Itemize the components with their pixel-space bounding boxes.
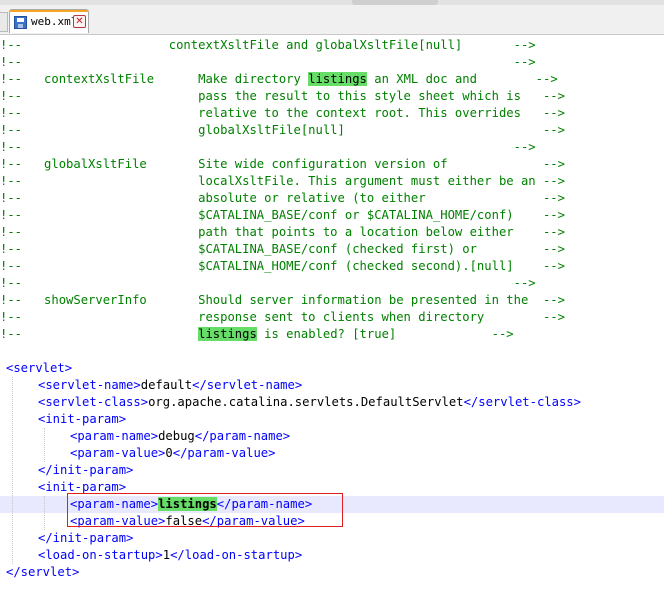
xml-tag: </init-param> bbox=[38, 531, 134, 545]
xml-tag: </param-name> bbox=[216, 497, 313, 511]
code-line[interactable]: !-- showServerInfo Should server informa… bbox=[0, 292, 664, 309]
comment-text: !-- --> bbox=[0, 140, 536, 154]
xml-tag: <param-name> bbox=[70, 497, 159, 511]
tab-web-xml[interactable]: web.xml ✕ bbox=[9, 9, 89, 33]
code-line[interactable]: </init-param> bbox=[0, 530, 664, 547]
previous-tab-stub[interactable] bbox=[0, 12, 8, 32]
xml-tag: <init-param> bbox=[38, 412, 127, 426]
save-icon bbox=[14, 16, 27, 29]
xml-tag: <param-value> bbox=[70, 446, 166, 460]
code-line[interactable]: <param-value>0</param-value> bbox=[0, 445, 664, 462]
code-line[interactable]: <param-name>debug</param-name> bbox=[0, 428, 664, 445]
code-line[interactable]: </init-param> bbox=[0, 462, 664, 479]
comment-text: !-- path that points to a location below… bbox=[0, 225, 565, 239]
search-match: listings bbox=[198, 327, 257, 341]
comment-text: !-- --> bbox=[0, 55, 536, 69]
tab-bar-top-strip bbox=[0, 0, 664, 5]
comment-text: !-- $CATALINA_BASE/conf or $CATALINA_HOM… bbox=[0, 208, 565, 222]
xml-tag: </param-value> bbox=[172, 446, 276, 460]
comment-text: is enabled? [true] --> bbox=[256, 327, 514, 341]
comment-text: !-- pass the result to this style sheet … bbox=[0, 89, 565, 103]
code-line[interactable]: !-- relative to the context root. This o… bbox=[0, 105, 664, 122]
xml-tag: </servlet-class> bbox=[463, 395, 581, 409]
indent-guide bbox=[44, 428, 45, 462]
xml-tag: <servlet-name> bbox=[38, 378, 141, 392]
close-icon[interactable]: ✕ bbox=[73, 15, 86, 28]
code-line[interactable]: </servlet> bbox=[0, 564, 664, 581]
search-match: listings bbox=[158, 497, 217, 511]
comment-text: !-- absolute or relative (to either --> bbox=[0, 191, 565, 205]
code-line[interactable]: <servlet> bbox=[0, 360, 664, 377]
comment-text: !-- showServerInfo Should server informa… bbox=[0, 293, 565, 307]
code-line[interactable]: !-- $CATALINA_BASE/conf (checked first) … bbox=[0, 241, 664, 258]
editor-window: web.xml ✕ !-- contextXsltFile and global… bbox=[0, 0, 664, 589]
xml-tag: <param-name> bbox=[70, 429, 159, 443]
xml-tag: </servlet> bbox=[6, 565, 80, 579]
indent-guide bbox=[44, 496, 45, 530]
comment-text: an XML doc and --> bbox=[366, 72, 558, 86]
code-line[interactable]: !-- globalXsltFile Site wide configurati… bbox=[0, 156, 664, 173]
current-code-line[interactable]: <param-name>listings</param-name> bbox=[0, 496, 664, 513]
code-line[interactable]: !-- $CATALINA_HOME/conf (checked second)… bbox=[0, 258, 664, 275]
code-line[interactable]: !-- globalXsltFile[null] --> bbox=[0, 122, 664, 139]
xml-tag: <param-value> bbox=[70, 514, 166, 528]
tab-bar: web.xml ✕ bbox=[0, 0, 664, 35]
tab-scroll-handle[interactable] bbox=[352, 0, 438, 5]
comment-text: !-- contextXsltFile and globalXsltFile[n… bbox=[0, 38, 536, 52]
code-line[interactable]: !-- contextXsltFile Make directory listi… bbox=[0, 71, 664, 88]
comment-text: !-- localXsltFile. This argument must ei… bbox=[0, 174, 565, 188]
xml-text: 0 bbox=[165, 446, 173, 460]
code-line[interactable]: !-- path that points to a location below… bbox=[0, 224, 664, 241]
xml-tag: </load-on-startup> bbox=[170, 548, 303, 562]
xml-tag: </param-value> bbox=[202, 514, 305, 528]
xml-tag: </init-param> bbox=[38, 463, 134, 477]
code-line[interactable]: !-- contextXsltFile and globalXsltFile[n… bbox=[0, 37, 664, 54]
xml-tag: <servlet> bbox=[6, 361, 73, 375]
xml-tag: <load-on-startup> bbox=[38, 548, 163, 562]
xml-text: false bbox=[165, 514, 203, 528]
xml-tag: <init-param> bbox=[38, 480, 127, 494]
search-match: listings bbox=[308, 72, 367, 86]
code-line[interactable]: !-- --> bbox=[0, 139, 664, 156]
code-line[interactable]: <servlet-name>default</servlet-name> bbox=[0, 377, 664, 394]
code-line[interactable]: <param-value>false</param-value> bbox=[0, 513, 664, 530]
code-line[interactable]: !-- $CATALINA_BASE/conf or $CATALINA_HOM… bbox=[0, 207, 664, 224]
comment-text: !-- $CATALINA_BASE/conf (checked first) … bbox=[0, 242, 565, 256]
code-line[interactable]: <load-on-startup>1</load-on-startup> bbox=[0, 547, 664, 564]
code-line[interactable]: !-- response sent to clients when direct… bbox=[0, 309, 664, 326]
xml-text: 1 bbox=[162, 548, 171, 562]
xml-tag: </param-name> bbox=[194, 429, 291, 443]
comment-text: !-- response sent to clients when direct… bbox=[0, 310, 565, 324]
code-line[interactable]: <init-param> bbox=[0, 479, 664, 496]
code-line[interactable]: !-- --> bbox=[0, 54, 664, 71]
code-line[interactable]: !-- absolute or relative (to either --> bbox=[0, 190, 664, 207]
code-line[interactable]: <init-param> bbox=[0, 411, 664, 428]
xml-text: debug bbox=[158, 429, 195, 443]
code-line[interactable]: !-- --> bbox=[0, 275, 664, 292]
comment-text: !-- $CATALINA_HOME/conf (checked second)… bbox=[0, 259, 565, 273]
comment-text: !-- --> bbox=[0, 276, 536, 290]
comment-text: !-- contextXsltFile Make directory bbox=[0, 72, 309, 86]
active-tab-accent bbox=[10, 10, 88, 12]
code-line[interactable]: !-- localXsltFile. This argument must ei… bbox=[0, 173, 664, 190]
xml-text: default bbox=[140, 378, 193, 392]
comment-text: !-- relative to the context root. This o… bbox=[0, 106, 565, 120]
comment-text: !-- globalXsltFile Site wide configurati… bbox=[0, 157, 565, 171]
xml-tag: </servlet-name> bbox=[192, 378, 303, 392]
indent-guide bbox=[12, 377, 13, 564]
tab-label: web.xml bbox=[31, 15, 78, 28]
comment-text: !-- bbox=[0, 327, 199, 341]
code-line[interactable]: !-- pass the result to this style sheet … bbox=[0, 88, 664, 105]
comment-text: !-- globalXsltFile[null] --> bbox=[0, 123, 565, 137]
xml-text: org.apache.catalina.servlets.DefaultServ… bbox=[148, 395, 464, 409]
xml-tag: <servlet-class> bbox=[38, 395, 149, 409]
code-line[interactable]: <servlet-class>org.apache.catalina.servl… bbox=[0, 394, 664, 411]
code-line[interactable]: !-- listings is enabled? [true] --> bbox=[0, 326, 664, 343]
code-editor[interactable]: !-- contextXsltFile and globalXsltFile[n… bbox=[0, 35, 664, 589]
